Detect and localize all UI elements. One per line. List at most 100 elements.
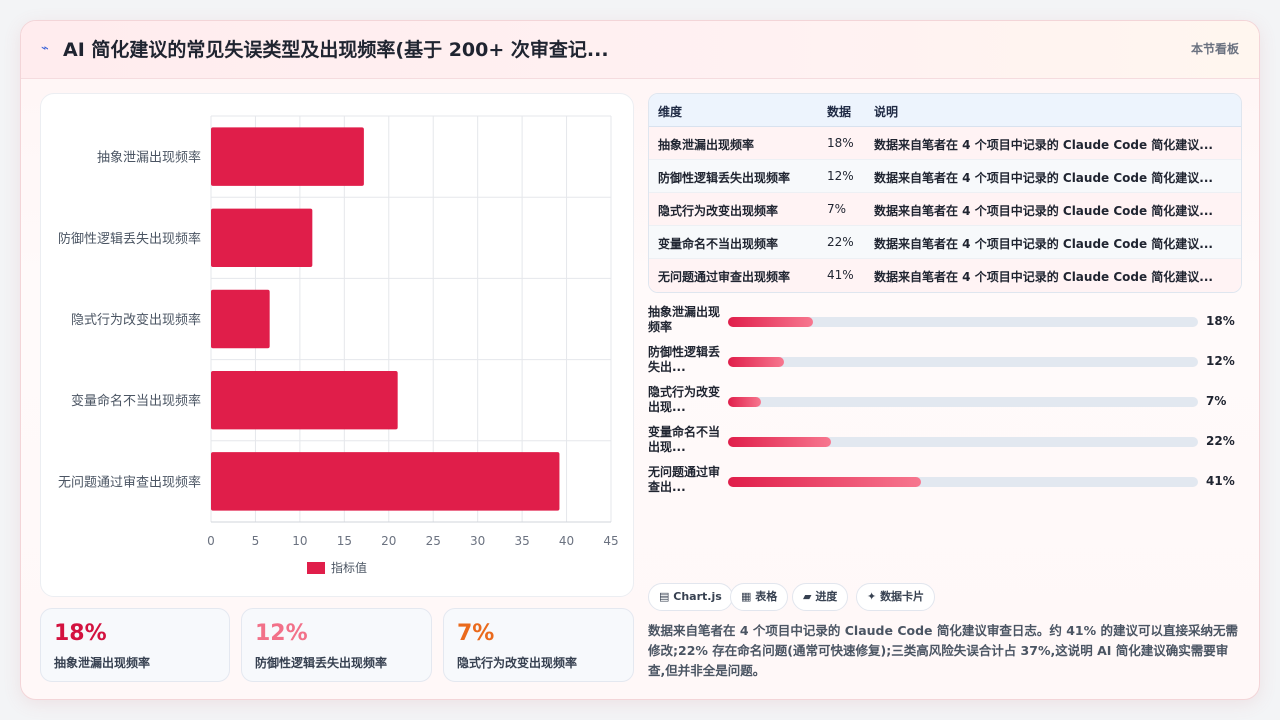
cell-dimension: 隐式行为改变出现频率: [658, 204, 779, 218]
x-tick-label: 5: [252, 534, 260, 548]
cell-data: 7%: [827, 202, 847, 216]
progress-fill: [728, 437, 832, 447]
table-row: 无问题通过审查出现频率 41% 数据来自笔者在 4 个项目中记录的 Claude…: [649, 259, 1241, 292]
cell-description: 数据来自笔者在 4 个项目中记录的 Claude Code 简化建议...: [874, 138, 1213, 152]
cell-data: 22%: [827, 235, 854, 249]
column-header-dimension: 维度: [658, 105, 683, 119]
x-tick-label: 15: [337, 534, 352, 548]
stat-label: 隐式行为改变出现频率: [457, 656, 578, 670]
x-tick-label: 25: [426, 534, 441, 548]
progress-label: 防御性逻辑丢失出...: [648, 345, 721, 374]
chip-progress[interactable]: ▰ 进度: [792, 583, 849, 611]
progress-track: [728, 317, 1198, 327]
bar: [211, 208, 313, 268]
x-tick-label: 35: [514, 534, 529, 548]
progress-value: 22%: [1206, 434, 1235, 448]
data-table: 维度 数据 说明 抽象泄漏出现频率 18% 数据来自笔者在 4 个项目中记录的 …: [648, 93, 1242, 293]
category-label: 变量命名不当出现频率: [71, 393, 201, 409]
table-row: 抽象泄漏出现频率 18% 数据来自笔者在 4 个项目中记录的 Claude Co…: [649, 127, 1241, 160]
cell-dimension: 变量命名不当出现频率: [658, 237, 779, 251]
bar-chart: 0 5 10 15 20 25 30 35 40 45 抽象泄漏出现频率防御性逻辑丢失出现频率隐式行…: [58, 115, 619, 575]
chip-label: 进度: [815, 590, 838, 603]
stat-card-3: 7% 隐式行为改变出现频率: [443, 608, 634, 682]
cell-dimension: 抽象泄漏出现频率: [658, 138, 755, 152]
chip-table[interactable]: ▦ 表格: [730, 583, 789, 611]
legend-swatch: [307, 562, 325, 574]
category-label: 抽象泄漏出现频率: [97, 150, 201, 166]
stat-label: 抽象泄漏出现频率: [54, 656, 151, 670]
progress-track: [728, 397, 1198, 407]
x-tick-label: 45: [603, 534, 618, 548]
section-board-link[interactable]: 本节看板: [1191, 40, 1239, 57]
page-title: AI 简化建议的常见失误类型及出现频率(基于 200+ 次审查记...: [63, 39, 609, 61]
x-tick-label: 30: [470, 534, 485, 548]
column-header-data: 数据: [827, 105, 852, 119]
progress-fill: [728, 477, 921, 487]
cell-dimension: 防御性逻辑丢失出现频率: [658, 171, 791, 185]
progress-label: 抽象泄漏出现频率: [648, 305, 721, 334]
stat-card-1: 18% 抽象泄漏出现频率: [40, 608, 230, 682]
progress-row: 无问题通过审查出... 41%: [648, 465, 1242, 501]
progress-track: [728, 357, 1198, 367]
progress-track: [728, 437, 1198, 447]
cell-data: 12%: [827, 169, 854, 183]
column-header-description: 说明: [874, 105, 899, 119]
cell-data: 41%: [827, 268, 854, 282]
progress-value: 7%: [1206, 394, 1227, 408]
cell-data: 18%: [827, 136, 854, 150]
table-row: 防御性逻辑丢失出现频率 12% 数据来自笔者在 4 个项目中记录的 Claude…: [649, 160, 1241, 193]
category-label: 无问题通过审查出现频率: [58, 474, 201, 490]
x-tick-label: 10: [292, 534, 307, 548]
progress-track: [728, 477, 1198, 487]
chip-label: Chart.js: [673, 590, 722, 603]
table-header: 维度 数据 说明: [649, 94, 1241, 127]
chip-label: 数据卡片: [880, 590, 925, 603]
progress-label: 无问题通过审查出...: [648, 465, 721, 494]
bar: [211, 452, 560, 511]
chip-chartjs[interactable]: ▤ Chart.js: [648, 583, 733, 611]
stat-value: 7%: [457, 621, 495, 646]
stat-label: 防御性逻辑丢失出现频率: [255, 656, 388, 670]
chart-icon: ▤: [659, 590, 670, 603]
cell-description: 数据来自笔者在 4 个项目中记录的 Claude Code 简化建议...: [874, 171, 1213, 185]
bar: [211, 127, 364, 186]
progress-fill: [728, 317, 813, 327]
progress-fill: [728, 357, 785, 367]
header-bar: ⌁ AI 简化建议的常见失误类型及出现频率(基于 200+ 次审查记... 本节…: [21, 21, 1259, 79]
progress-label: 变量命名不当出现...: [648, 425, 721, 454]
table-row: 变量命名不当出现频率 22% 数据来自笔者在 4 个项目中记录的 Claude …: [649, 226, 1241, 259]
progress-value: 41%: [1206, 474, 1235, 488]
progress-fill: [728, 397, 761, 407]
sparkle-icon: ⌁: [41, 41, 49, 56]
progress-row: 防御性逻辑丢失出... 12%: [648, 345, 1242, 381]
progress-row: 隐式行为改变出现... 7%: [648, 385, 1242, 421]
dashboard-card: ⌁ AI 简化建议的常见失误类型及出现频率(基于 200+ 次审查记... 本节…: [20, 20, 1260, 700]
chip-data-card[interactable]: ✦ 数据卡片: [856, 583, 936, 611]
progress-icon: ▰: [803, 590, 812, 603]
progress-row: 变量命名不当出现... 22%: [648, 425, 1242, 461]
x-tick-label: 0: [207, 534, 215, 548]
cell-description: 数据来自笔者在 4 个项目中记录的 Claude Code 简化建议...: [874, 204, 1213, 218]
bar: [211, 370, 398, 430]
progress-value: 12%: [1206, 354, 1235, 368]
x-tick-label: 20: [381, 534, 396, 548]
progress-row: 抽象泄漏出现频率 18%: [648, 305, 1242, 341]
stat-value: 18%: [54, 621, 107, 646]
category-label: 隐式行为改变出现频率: [71, 312, 201, 328]
table-row: 隐式行为改变出现频率 7% 数据来自笔者在 4 个项目中记录的 Claude C…: [649, 193, 1241, 226]
bar: [211, 289, 270, 349]
cell-description: 数据来自笔者在 4 个项目中记录的 Claude Code 简化建议...: [874, 270, 1213, 284]
summary-text: 数据来自笔者在 4 个项目中记录的 Claude Code 简化建议审查日志。约…: [648, 623, 1238, 678]
legend-label: 指标值: [331, 560, 367, 575]
bar-chart-panel: 0 5 10 15 20 25 30 35 40 45 抽象泄漏出现频率防御性逻辑丢失出现频率隐式行…: [40, 93, 634, 597]
table-icon: ▦: [741, 590, 752, 603]
category-label: 防御性逻辑丢失出现频率: [58, 231, 201, 247]
chip-label: 表格: [755, 590, 778, 603]
cell-dimension: 无问题通过审查出现频率: [658, 270, 791, 284]
x-tick-label: 40: [559, 534, 574, 548]
card-icon: ✦: [867, 590, 877, 603]
stat-card-2: 12% 防御性逻辑丢失出现频率: [241, 608, 432, 682]
cell-description: 数据来自笔者在 4 个项目中记录的 Claude Code 简化建议...: [874, 237, 1213, 251]
progress-label: 隐式行为改变出现...: [648, 385, 721, 414]
stat-value: 12%: [255, 621, 308, 646]
